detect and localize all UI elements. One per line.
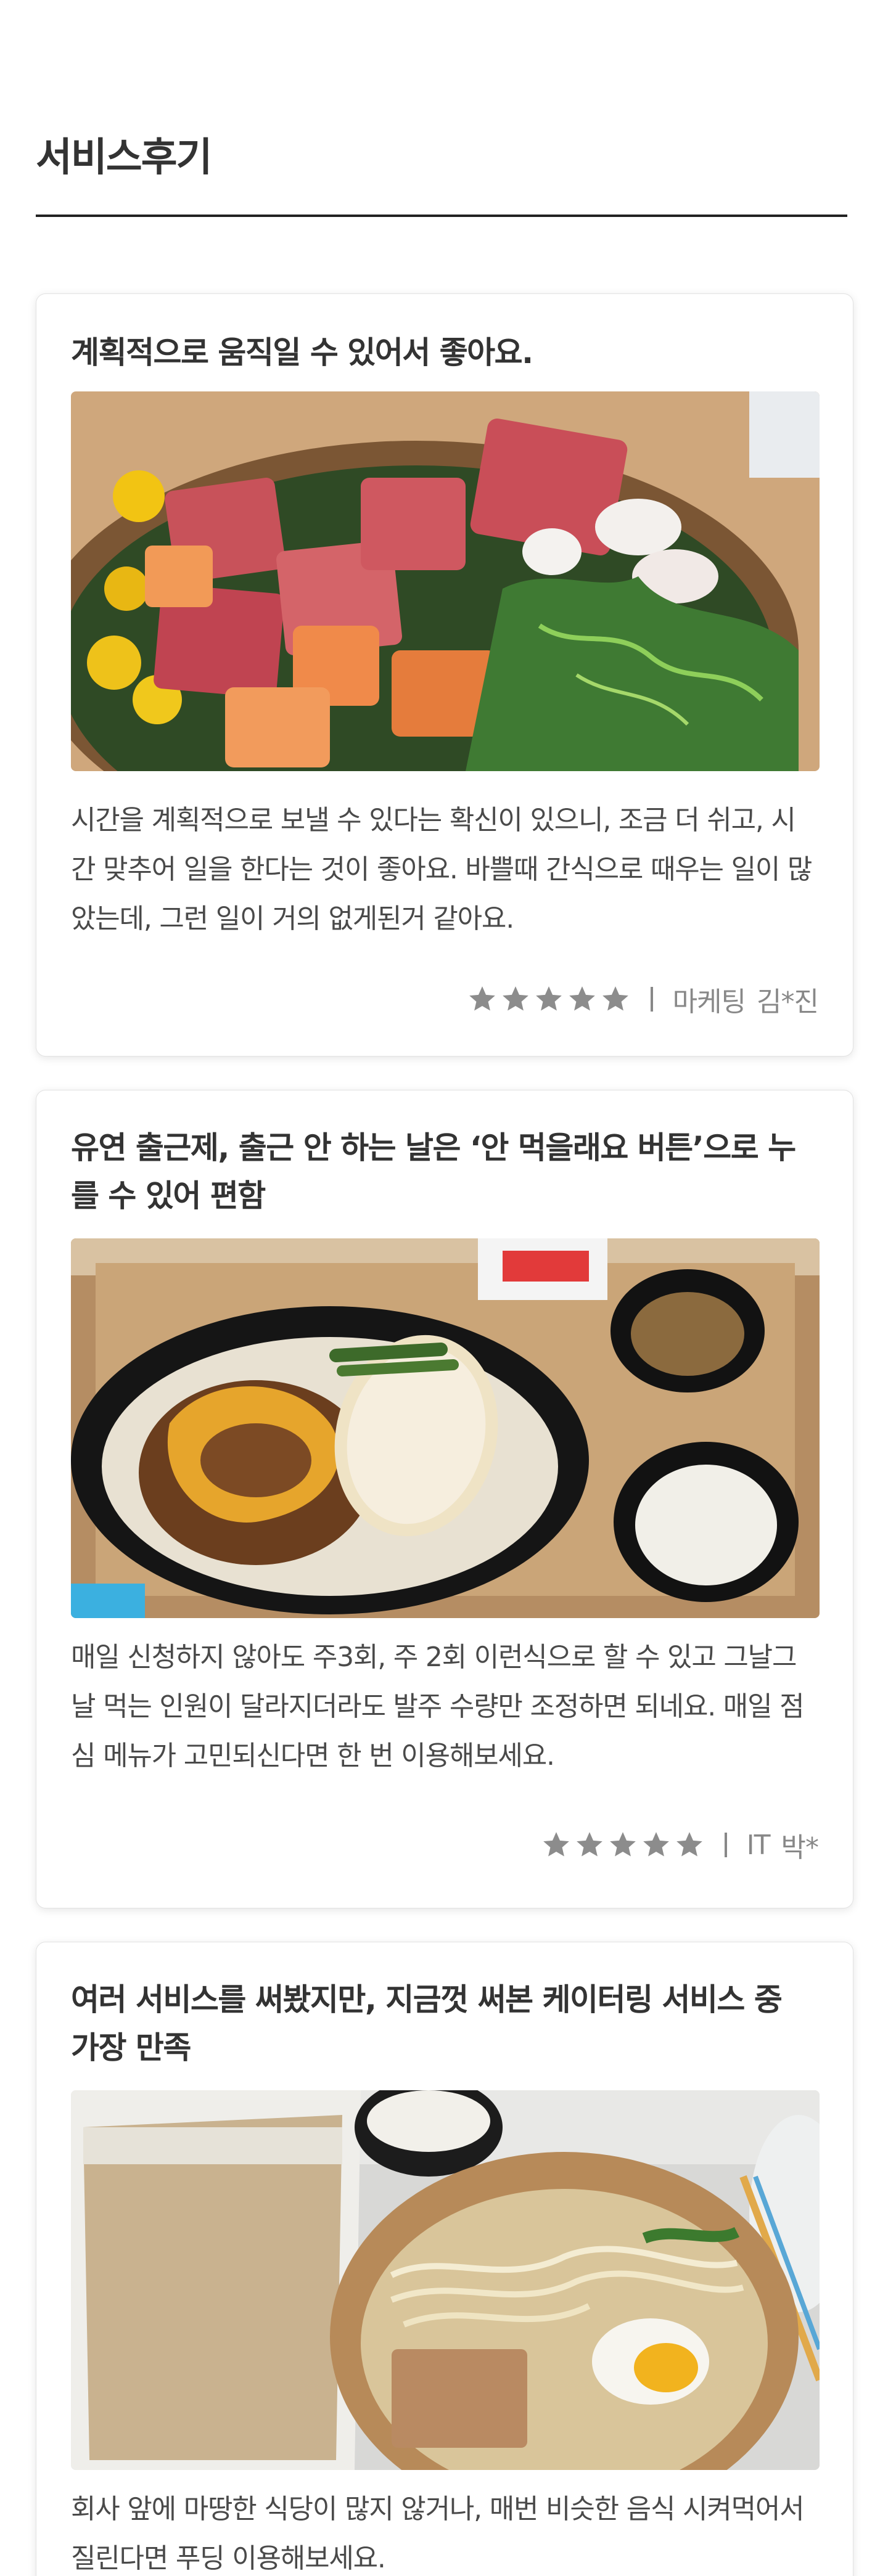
review-title: 유연 출근제, 출근 안 하는 날은 ‘안 먹을래요 버튼’으로 누를 수 있어… xyxy=(71,1130,796,1214)
reviewer-department: 마케팅 xyxy=(672,986,746,1018)
review-card: 계획적으로 움직일 수 있어서 좋아요. 시간을 계획적으로 보낼 수 있다는 … xyxy=(36,293,853,1057)
star-icon xyxy=(609,1832,636,1857)
review-card: 여러 서비스를 써봤지만, 지금껏 써본 케이터링 서비스 중 가장 만족 회사… xyxy=(36,1942,853,2576)
star-icon xyxy=(543,1832,569,1857)
star-icon xyxy=(502,986,528,1011)
star-icon xyxy=(576,1832,602,1857)
star-icon xyxy=(602,986,628,1011)
star-icon xyxy=(676,1832,702,1857)
reviewer-department: IT xyxy=(746,1829,771,1861)
star-rating xyxy=(541,1830,705,1860)
section-divider xyxy=(36,215,847,217)
review-title: 계획적으로 움직일 수 있어서 좋아요. xyxy=(71,335,533,370)
review-meta: 마케팅 김*진 xyxy=(467,979,819,1019)
review-text: 회사 앞에 마땅한 식당이 많지 않거나, 매번 비슷한 음식 시켜먹어서 질린… xyxy=(71,2493,805,2574)
star-icon xyxy=(643,1832,669,1857)
meta-divider xyxy=(650,987,653,1012)
review-text: 시간을 계획적으로 보낼 수 있다는 확신이 있으니, 조금 더 쉬고, 시간 … xyxy=(71,804,812,934)
meta-divider xyxy=(724,1833,727,1857)
hamburg-steak-rice-box-photo xyxy=(71,1238,820,1618)
reviewer-name: 박* xyxy=(781,1832,819,1863)
star-icon xyxy=(469,986,495,1011)
star-icon xyxy=(569,986,595,1011)
review-title: 여러 서비스를 써봤지만, 지금껏 써본 케이터링 서비스 중 가장 만족 xyxy=(71,1982,783,2066)
star-icon xyxy=(535,986,562,1011)
review-meta: IT 박* xyxy=(541,1825,819,1865)
page: 서비스후기 계획적으로 움직일 수 있어서 좋아요. 시간을 계획적으로 보낼 … xyxy=(0,0,888,2576)
section-title: 서비스후기 xyxy=(36,135,212,181)
review-card: 유연 출근제, 출근 안 하는 날은 ‘안 먹을래요 버튼’으로 누를 수 있어… xyxy=(36,1090,853,1908)
star-rating xyxy=(467,984,631,1015)
review-text: 매일 신청하지 않아도 주3회, 주 2회 이런식으로 할 수 있고 그날그날 … xyxy=(71,1642,805,1772)
ramen-bowl-with-milk-tea-photo xyxy=(71,2090,820,2470)
poke-bowl-photo xyxy=(71,391,820,771)
reviewer-name: 김*진 xyxy=(757,986,819,1018)
